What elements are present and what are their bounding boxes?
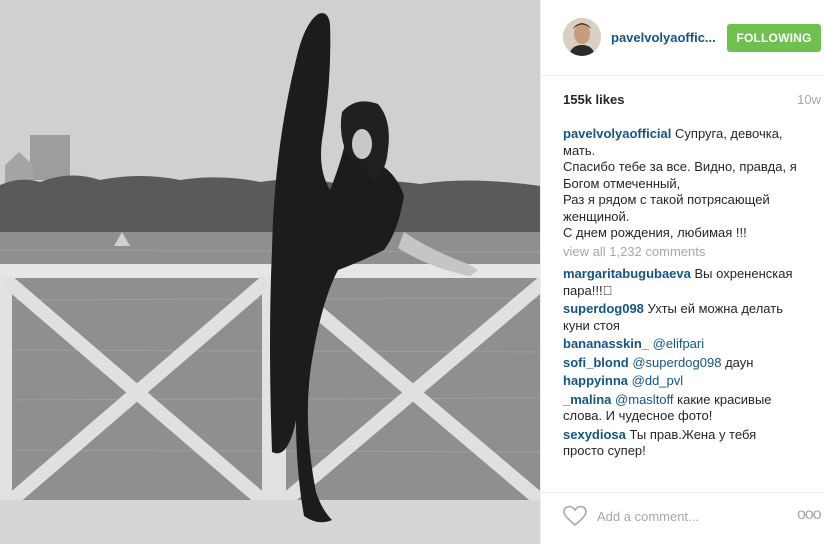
- add-comment-input[interactable]: [597, 506, 777, 526]
- caption-line: Раз я рядом с такой потрясающей: [563, 192, 770, 207]
- comment-username[interactable]: superdog098: [563, 301, 644, 316]
- comment-mention[interactable]: @dd_pvl: [632, 373, 684, 388]
- username-link[interactable]: pavelvolyaoffic...: [611, 30, 716, 45]
- comment-username[interactable]: sexydiosa: [563, 427, 626, 442]
- caption-text: Супруга, девочка,: [675, 126, 783, 141]
- comment-text: пара!!!🏻: [563, 282, 613, 298]
- caption-line: женщиной.: [563, 208, 630, 224]
- comment-text: Ухты ей можна делать: [647, 301, 783, 316]
- post-age[interactable]: 10w: [797, 92, 821, 107]
- comment-text: Ты прав.Жена у тебя: [629, 426, 757, 442]
- comment-mention[interactable]: @superdog098: [632, 355, 721, 370]
- comment-text: куни стоя: [563, 317, 620, 333]
- comment-text: даун: [725, 354, 754, 370]
- comment-item: margaritabugubaeva Вы охрененская пара!!…: [563, 266, 824, 299]
- comment-item: _malina @masltoff какие красивые слова. …: [563, 392, 824, 425]
- caption-line: Спасибо тебе за все. Видно, правда, я: [563, 159, 797, 174]
- comment-username[interactable]: sofi_blond: [563, 355, 629, 370]
- photo-illustration: [0, 0, 540, 544]
- caption-line: pavelvolyaofficial Супруга, девочка,: [563, 126, 821, 143]
- comment-text: Вы охрененская: [694, 266, 793, 281]
- comment-mention[interactable]: @elifpari: [653, 336, 705, 351]
- avatar-photo: [563, 18, 601, 56]
- post-photo[interactable]: [0, 0, 540, 544]
- comment-item: sexydiosa Ты прав.Жена у тебя просто суп…: [563, 427, 824, 460]
- comment-item: bananasskin_ @elifpari: [563, 336, 824, 353]
- caption-line: Богом отмеченный,: [563, 175, 681, 191]
- comment-text: какие красивые: [677, 391, 772, 407]
- comment-username[interactable]: happyinna: [563, 373, 628, 388]
- comment-item: superdog098 Ухты ей можна делать куни ст…: [563, 301, 824, 334]
- following-button[interactable]: FOLLOWING: [727, 24, 821, 52]
- caption-username[interactable]: pavelvolyaofficial: [563, 126, 671, 141]
- comment-username[interactable]: _malina: [563, 392, 611, 407]
- caption-line: С днем рождения, любимая !!!: [563, 225, 747, 240]
- heart-icon[interactable]: [563, 505, 587, 527]
- comment-item: sofi_blond @superdog098 даун: [563, 355, 824, 372]
- post-footer: ooo: [541, 492, 824, 544]
- comment-item: happyinna @dd_pvl: [563, 373, 824, 390]
- caption-line: мать.: [563, 142, 596, 158]
- comment-username[interactable]: bananasskin_: [563, 336, 649, 351]
- post-panel: pavelvolyaoffic... FOLLOWING 155k likes …: [540, 0, 824, 544]
- comments-list: margaritabugubaeva Вы охрененская пара!!…: [563, 266, 824, 462]
- comment-text: просто супер!: [563, 443, 646, 458]
- comment-username[interactable]: margaritabugubaeva: [563, 266, 691, 281]
- view-all-comments-link[interactable]: view all 1,232 comments: [563, 244, 705, 259]
- likes-count[interactable]: 155k likes: [563, 92, 624, 107]
- user-avatar[interactable]: [563, 18, 601, 56]
- comment-text: слова. И чудесное фото!: [563, 408, 713, 423]
- more-options-button[interactable]: ooo: [797, 507, 823, 523]
- post-caption: pavelvolyaofficial Супруга, девочка, мат…: [563, 126, 821, 242]
- likes-row: 155k likes 10w: [563, 92, 821, 108]
- comment-mention[interactable]: @masltoff: [615, 392, 673, 407]
- post-header: pavelvolyaoffic... FOLLOWING: [541, 0, 824, 76]
